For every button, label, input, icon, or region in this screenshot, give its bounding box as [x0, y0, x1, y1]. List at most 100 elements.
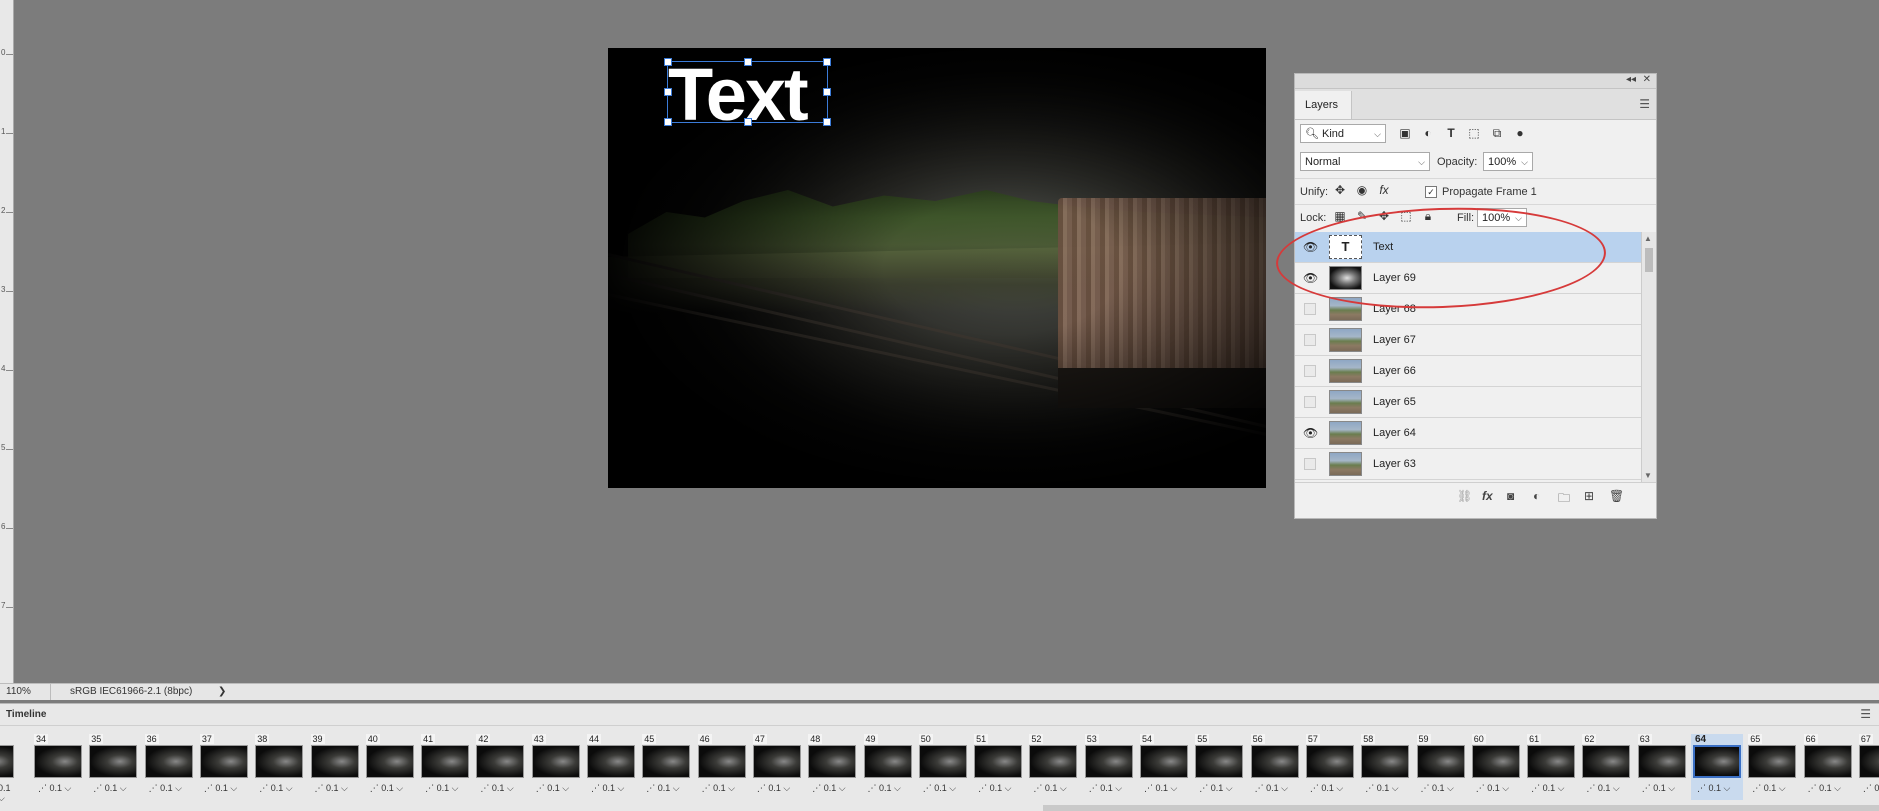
- visibility-toggle[interactable]: [1304, 303, 1316, 315]
- collapse-icon[interactable]: ◂◂: [1626, 74, 1636, 85]
- timeline-frame[interactable]: 66 ⋰ 0.1 ⌵: [1802, 734, 1854, 800]
- transform-handle[interactable]: [664, 88, 672, 96]
- frame-delay[interactable]: ⋰ 0.1 ⌵: [757, 783, 790, 794]
- timeline-frame[interactable]: 38 ⋰ 0.1 ⌵: [253, 734, 305, 800]
- transform-bounding-box[interactable]: [664, 58, 831, 126]
- timeline-frame[interactable]: 43 ⋰ 0.1 ⌵: [530, 734, 582, 800]
- layer-style-icon[interactable]: fx: [1482, 489, 1493, 503]
- transform-handle[interactable]: [664, 58, 672, 66]
- frame-delay[interactable]: ⋰ 0.1 ⌵: [868, 783, 901, 794]
- timeline-frame[interactable]: 52 ⋰ 0.1 ⌵: [1027, 734, 1079, 800]
- scroll-down-icon[interactable]: ▼: [1644, 471, 1652, 480]
- frame-delay[interactable]: ⋰ 0.1 ⌵: [1365, 783, 1398, 794]
- close-icon[interactable]: ✕: [1643, 74, 1651, 85]
- timeline-frame[interactable]: 58 ⋰ 0.1 ⌵: [1359, 734, 1411, 800]
- frame-delay[interactable]: ⋰ 0.1 ⌵: [1863, 783, 1879, 794]
- timeline-frame[interactable]: 44 ⋰ 0.1 ⌵: [585, 734, 637, 800]
- filter-type-icon[interactable]: T: [1444, 126, 1458, 140]
- frame-delay[interactable]: ⋰ 0.1 ⌵: [38, 783, 71, 794]
- layer-mask-icon[interactable]: ◙: [1507, 489, 1514, 503]
- visibility-toggle[interactable]: [1304, 334, 1316, 346]
- frame-delay[interactable]: ⋰ 0.1 ⌵: [259, 783, 292, 794]
- frame-delay[interactable]: ⋰ 0.1 ⌵: [646, 783, 679, 794]
- timeline-menu-icon[interactable]: ☰: [1860, 707, 1871, 721]
- filter-adjustment-icon[interactable]: ◐: [1421, 126, 1435, 140]
- delete-layer-icon[interactable]: 🗑︎: [1609, 489, 1624, 503]
- frame-delay[interactable]: ⋰ 0.1 ⌵: [1642, 783, 1675, 794]
- timeline-frame[interactable]: 40 ⋰ 0.1 ⌵: [364, 734, 416, 800]
- frame-delay[interactable]: ⋰ 0.1 ⌵: [978, 783, 1011, 794]
- timeline-frame[interactable]: 35 ⋰ 0.1 ⌵: [87, 734, 139, 800]
- timeline-frame[interactable]: 67 ⋰ 0.1 ⌵: [1857, 734, 1879, 800]
- layer-row[interactable]: Layer 65: [1295, 387, 1641, 418]
- frame-delay[interactable]: ⋰ 0.1 ⌵: [204, 783, 237, 794]
- timeline-frame[interactable]: 0.1 ⌵: [0, 734, 16, 803]
- timeline-frame[interactable]: 51 ⋰ 0.1 ⌵: [972, 734, 1024, 800]
- timeline-frame[interactable]: 57 ⋰ 0.1 ⌵: [1304, 734, 1356, 800]
- timeline-frame[interactable]: 53 ⋰ 0.1 ⌵: [1083, 734, 1135, 800]
- frame-delay[interactable]: ⋰ 0.1 ⌵: [1586, 783, 1619, 794]
- adjustment-layer-icon[interactable]: ◐: [1533, 489, 1540, 503]
- frame-delay[interactable]: ⋰ 0.1 ⌵: [1752, 783, 1785, 794]
- frame-delay[interactable]: ⋰ 0.1 ⌵: [591, 783, 624, 794]
- transform-handle[interactable]: [823, 88, 831, 96]
- transform-handle[interactable]: [823, 118, 831, 126]
- frame-delay[interactable]: ⋰ 0.1 ⌵: [1697, 783, 1730, 794]
- timeline-frame[interactable]: 62 ⋰ 0.1 ⌵: [1580, 734, 1632, 800]
- timeline-frame[interactable]: 36 ⋰ 0.1 ⌵: [143, 734, 195, 800]
- timeline-frame[interactable]: 55 ⋰ 0.1 ⌵: [1193, 734, 1245, 800]
- frame-delay[interactable]: ⋰ 0.1 ⌵: [93, 783, 126, 794]
- timeline-frame[interactable]: 63 ⋰ 0.1 ⌵: [1636, 734, 1688, 800]
- filter-kind-select[interactable]: 🔍︎ Kind ⌵: [1300, 124, 1386, 143]
- timeline-frame[interactable]: 50 ⋰ 0.1 ⌵: [917, 734, 969, 800]
- timeline-frame[interactable]: 37 ⋰ 0.1 ⌵: [198, 734, 250, 800]
- eye-icon[interactable]: 👁︎: [1303, 426, 1318, 440]
- filter-toggle-icon[interactable]: ●: [1513, 126, 1527, 140]
- zoom-level[interactable]: 110%: [0, 684, 51, 700]
- timeline-frame[interactable]: 60 ⋰ 0.1 ⌵: [1470, 734, 1522, 800]
- scrollbar-thumb[interactable]: [1645, 248, 1653, 272]
- frame-delay[interactable]: ⋰ 0.1 ⌵: [149, 783, 182, 794]
- timeline-frame[interactable]: 47 ⋰ 0.1 ⌵: [751, 734, 803, 800]
- filter-pixel-icon[interactable]: ▣: [1398, 126, 1412, 140]
- layer-row[interactable]: Layer 63: [1295, 449, 1641, 480]
- frame-delay[interactable]: ⋰ 0.1 ⌵: [1199, 783, 1232, 794]
- status-menu-arrow[interactable]: ❯: [218, 684, 226, 700]
- frame-delay[interactable]: ⋰ 0.1 ⌵: [536, 783, 569, 794]
- timeline-frame[interactable]: 41 ⋰ 0.1 ⌵: [419, 734, 471, 800]
- new-group-icon[interactable]: 🗀︎: [1558, 489, 1570, 510]
- link-layers-icon[interactable]: ⛓︎: [1457, 489, 1472, 503]
- frame-delay[interactable]: ⋰ 0.1 ⌵: [480, 783, 513, 794]
- frame-delay[interactable]: ⋰ 0.1 ⌵: [1531, 783, 1564, 794]
- frame-delay[interactable]: ⋰ 0.1 ⌵: [1144, 783, 1177, 794]
- unify-style-icon[interactable]: fx: [1377, 183, 1391, 197]
- layer-row[interactable]: Layer 66: [1295, 356, 1641, 387]
- timeline-title[interactable]: Timeline: [6, 709, 46, 720]
- frame-delay[interactable]: ⋰ 0.1 ⌵: [1310, 783, 1343, 794]
- filter-smartobject-icon[interactable]: ⧉: [1490, 126, 1504, 140]
- frame-delay[interactable]: ⋰ 0.1 ⌵: [315, 783, 348, 794]
- timeline-frame[interactable]: 34 ⋰ 0.1 ⌵: [32, 734, 84, 800]
- blend-mode-select[interactable]: Normal ⌵: [1300, 152, 1430, 171]
- timeline-frame[interactable]: 54 ⋰ 0.1 ⌵: [1138, 734, 1190, 800]
- unify-visibility-icon[interactable]: ◉: [1355, 183, 1369, 197]
- frame-delay[interactable]: ⋰ 0.1 ⌵: [1808, 783, 1841, 794]
- timeline-frame[interactable]: 65 ⋰ 0.1 ⌵: [1746, 734, 1798, 800]
- transform-handle[interactable]: [823, 58, 831, 66]
- timeline-frame[interactable]: 49 ⋰ 0.1 ⌵: [862, 734, 914, 800]
- filter-shape-icon[interactable]: ⬚: [1467, 126, 1481, 140]
- frame-delay[interactable]: ⋰ 0.1 ⌵: [425, 783, 458, 794]
- frame-delay[interactable]: 0.1 ⌵: [0, 783, 16, 804]
- layer-list-scrollbar[interactable]: ▲ ▼: [1641, 232, 1656, 482]
- new-layer-icon[interactable]: ⊞: [1584, 489, 1594, 503]
- visibility-toggle[interactable]: [1304, 396, 1316, 408]
- panel-menu-icon[interactable]: ☰: [1639, 97, 1650, 111]
- layer-row[interactable]: 👁︎ Layer 64: [1295, 418, 1641, 449]
- frame-delay[interactable]: ⋰ 0.1 ⌵: [1033, 783, 1066, 794]
- scroll-up-icon[interactable]: ▲: [1644, 234, 1652, 243]
- timeline-frame[interactable]: 46 ⋰ 0.1 ⌵: [696, 734, 748, 800]
- frame-delay[interactable]: ⋰ 0.1 ⌵: [1255, 783, 1288, 794]
- timeline-frame[interactable]: 39 ⋰ 0.1 ⌵: [309, 734, 361, 800]
- opacity-field[interactable]: 100% ⌵: [1483, 152, 1533, 171]
- transform-handle[interactable]: [744, 58, 752, 66]
